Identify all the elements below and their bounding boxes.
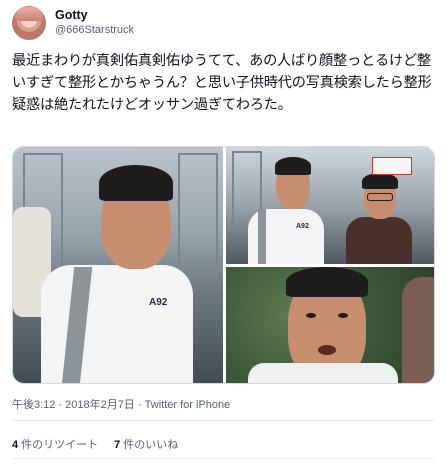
tweet-header: Gotty @666Starstruck xyxy=(12,4,432,42)
tweet-timestamp[interactable]: 午後3:12 · 2018年2月7日 · Twitter for iPhone xyxy=(12,396,230,412)
tweet-card: Gotty @666Starstruck 最近まわりが真剣佑真剣佑ゆうてて、あの… xyxy=(0,0,447,466)
likes-count: 7 xyxy=(114,439,121,451)
divider xyxy=(12,420,435,421)
retweets-count: 4 xyxy=(12,439,19,451)
tweet-text: 最近まわりが真剣佑真剣佑ゆうてて、あの人ばり顔整っとるけど整いすぎて整形とかちゃ… xyxy=(12,53,432,113)
avatar[interactable] xyxy=(12,6,46,40)
retweets-stat[interactable]: 4 件のリツイート xyxy=(12,436,98,452)
media-photo-2[interactable]: A92 xyxy=(226,147,434,264)
collar xyxy=(248,363,398,383)
media-grid: A92 A92 xyxy=(12,146,435,384)
media-photo-1[interactable]: A92 xyxy=(13,147,223,383)
adult-figure xyxy=(402,277,434,383)
boy-hair xyxy=(286,267,368,297)
likes-label: 件のいいね xyxy=(123,439,179,451)
mouth xyxy=(318,345,336,355)
second-boy-hair xyxy=(362,173,398,189)
dark-shirt xyxy=(346,217,412,264)
boy-hair xyxy=(99,165,173,201)
likes-stat[interactable]: 7 件のいいね xyxy=(114,436,178,452)
glasses xyxy=(367,193,393,201)
shirt-print: A92 xyxy=(296,223,309,230)
boy-hair xyxy=(275,157,311,175)
tweet-stats: 4 件のリツイート 7 件のいいね xyxy=(12,436,178,452)
divider xyxy=(12,458,435,459)
shirt-print: A92 xyxy=(149,297,168,308)
sign xyxy=(372,157,412,175)
user-handle[interactable]: @666Starstruck xyxy=(55,24,134,38)
display-name[interactable]: Gotty xyxy=(55,8,134,24)
window-frame xyxy=(178,153,218,273)
eye xyxy=(338,313,348,318)
retweets-label: 件のリツイート xyxy=(21,439,99,451)
eye xyxy=(306,313,316,318)
user-names: Gotty @666Starstruck xyxy=(55,8,134,37)
media-photo-3[interactable] xyxy=(226,267,434,383)
backpack-strap xyxy=(258,209,266,264)
